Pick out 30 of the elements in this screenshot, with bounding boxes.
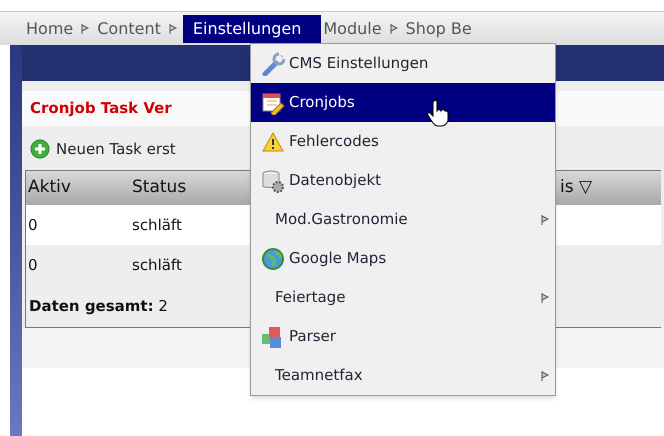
warning-icon (261, 130, 285, 154)
menu-item[interactable]: Mod.Gastronomie (251, 200, 555, 239)
table-cell-text: 0 (28, 214, 38, 236)
submenu-arrow-icon (541, 214, 549, 224)
submenu-arrow-icon (541, 292, 549, 302)
table-cell-text: schläft (132, 254, 182, 276)
nav-menu-item[interactable]: Einstellungen (182, 14, 322, 42)
menu-item[interactable]: Datenobjekt (251, 161, 555, 200)
wrench-icon (261, 52, 285, 76)
column-header[interactable]: Aktiv (28, 175, 71, 201)
table-cell-text: 0 (28, 254, 38, 276)
hand-cursor-icon (427, 99, 449, 127)
globe-icon (261, 246, 285, 270)
nav-menu-item[interactable]: Content (95, 14, 163, 42)
nav-menu-item[interactable]: Home (24, 14, 76, 42)
new-task-link[interactable]: Neuen Task erst (56, 138, 176, 160)
total-count: Daten gesamt: 2 (29, 296, 168, 317)
menu-item[interactable]: Feiertage (251, 278, 555, 317)
menu-item[interactable]: Google Maps (251, 239, 555, 278)
menu-item[interactable]: Parser (251, 317, 555, 356)
database-gear-icon (261, 168, 285, 192)
submenu-arrow-icon (541, 370, 549, 380)
column-header[interactable]: Status (132, 175, 186, 201)
calendar-pencil-icon (261, 90, 285, 114)
plus-icon[interactable] (30, 138, 50, 159)
nav-menu-item[interactable]: Module (321, 14, 384, 42)
table-cell-text: schläft (132, 214, 182, 236)
menu-item[interactable]: Teamnetfax (251, 356, 555, 395)
column-header[interactable]: is ▽ (560, 175, 592, 201)
nav-menu-item[interactable]: Shop Be (404, 14, 474, 42)
